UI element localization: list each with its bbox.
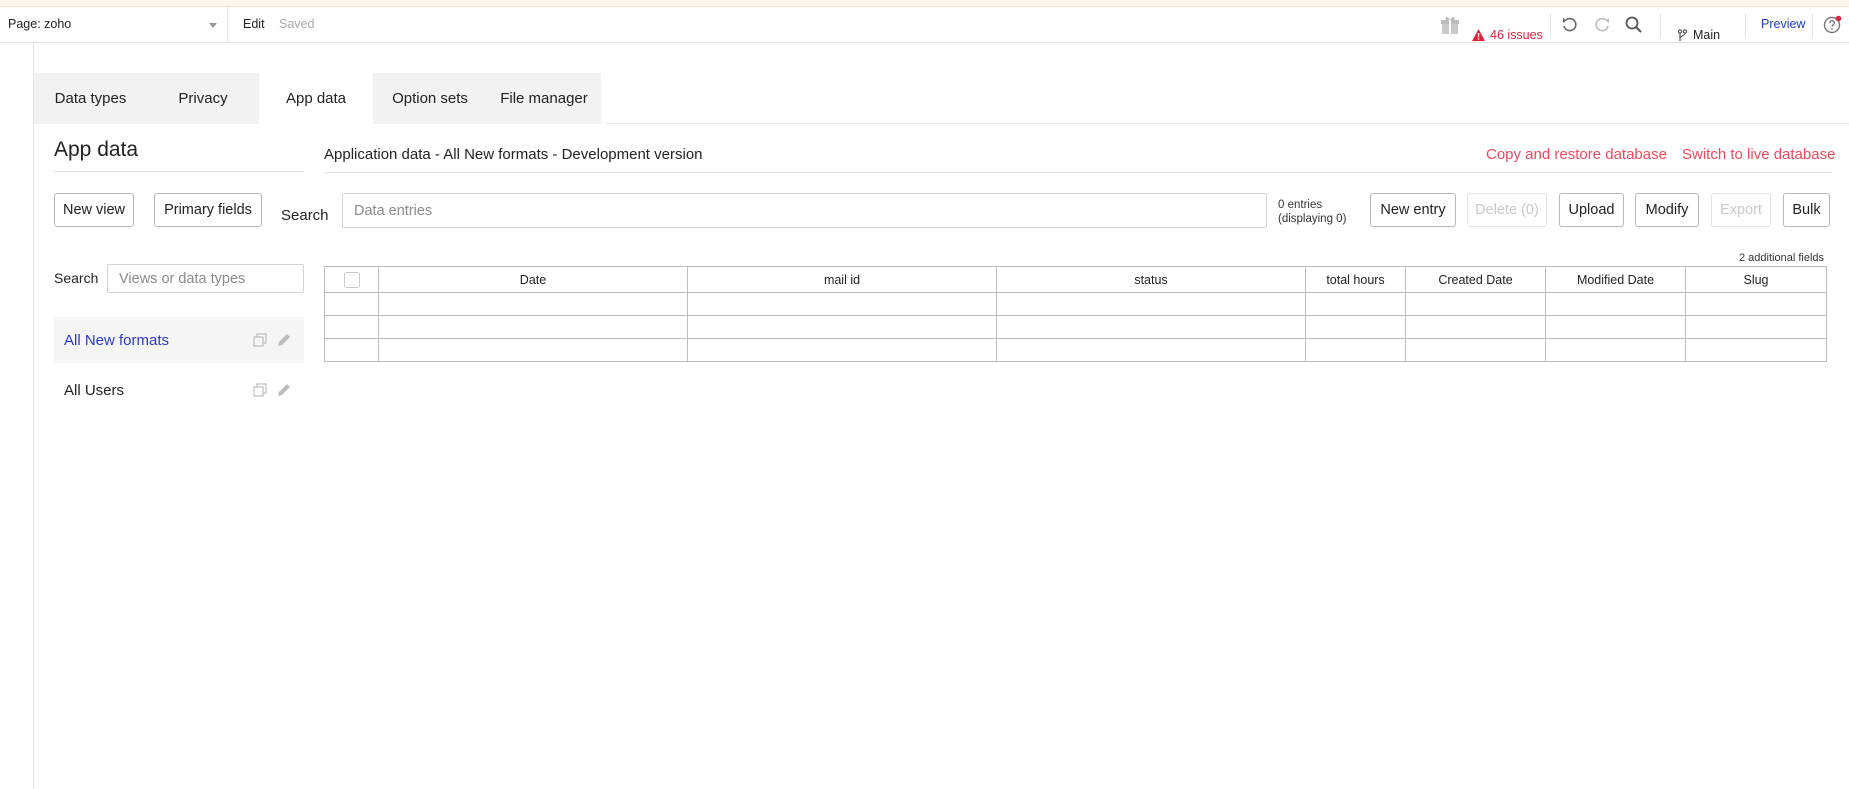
new-entry-button[interactable]: New entry [1370, 193, 1456, 227]
edit-pencil-icon[interactable] [276, 382, 292, 398]
tab-file-manager[interactable]: File manager [487, 73, 601, 124]
additional-fields-link[interactable]: 2 additional fields [1739, 252, 1824, 264]
branch-icon [1677, 28, 1688, 41]
help-icon[interactable] [1822, 15, 1842, 35]
table-cell [1305, 338, 1406, 362]
entries-count-displaying: (displaying 0) [1278, 213, 1347, 225]
modify-button[interactable]: Modify [1635, 193, 1699, 227]
tab-option-sets[interactable]: Option sets [373, 73, 487, 124]
view-item-label: All New formats [64, 331, 170, 349]
divider [1745, 13, 1746, 37]
table-cell [1685, 292, 1827, 316]
table-cell [1405, 315, 1546, 339]
top-bar: Page: zoho Edit Saved 46 issues Main Pre… [0, 7, 1849, 43]
branch-label: Main [1693, 28, 1721, 42]
tab-divider [606, 123, 1849, 124]
select-all-checkbox[interactable] [343, 271, 360, 288]
table-cell [996, 315, 1306, 339]
preview-link[interactable]: Preview [1761, 17, 1805, 53]
copy-restore-database-link[interactable]: Copy and restore database [1486, 146, 1667, 163]
column-header-modified-date[interactable]: Modified Date [1545, 266, 1686, 293]
table-row [324, 292, 1827, 316]
table-cell [1405, 292, 1546, 316]
view-item-all-new-formats[interactable]: All New formats [54, 317, 304, 363]
table-cell [996, 292, 1306, 316]
column-header-status[interactable]: status [996, 266, 1306, 293]
entries-search-input[interactable] [342, 193, 1267, 228]
page-title: App data [54, 138, 139, 161]
redo-icon[interactable] [1592, 15, 1612, 35]
issues-label: 46 issues [1490, 28, 1543, 42]
gift-icon[interactable] [1439, 14, 1461, 36]
entries-count-total: 0 entries [1278, 199, 1323, 211]
table-cell [1545, 315, 1686, 339]
edit-pencil-icon[interactable] [276, 332, 292, 348]
copy-icon[interactable] [252, 382, 268, 398]
tab-data-types[interactable]: Data types [34, 73, 147, 124]
table-cell [378, 292, 688, 316]
chevron-down-icon [209, 23, 217, 28]
table-cell [1405, 338, 1546, 362]
entries-search-label: Search [281, 207, 329, 224]
copy-icon[interactable] [252, 332, 268, 348]
table-cell [324, 338, 379, 362]
saved-status: Saved [279, 17, 315, 31]
new-view-button[interactable]: New view [54, 193, 134, 227]
switch-live-database-link[interactable]: Switch to live database [1682, 146, 1835, 163]
column-header-date[interactable]: Date [378, 266, 688, 293]
table-cell [324, 292, 379, 316]
editor-left-border [33, 43, 34, 789]
data-table: Date mail id status total hours Created … [324, 266, 1827, 362]
entries-count: 0 entries (displaying 0) [1278, 198, 1346, 226]
data-view-title: Application data - All New formats - Dev… [324, 146, 703, 163]
table-cell [1685, 315, 1827, 339]
tab-privacy[interactable]: Privacy [147, 73, 259, 124]
table-cell [378, 338, 688, 362]
page-selector[interactable]: Page: zoho [0, 7, 228, 43]
table-row [324, 315, 1827, 339]
divider [324, 172, 1832, 173]
views-search-label: Search [54, 270, 99, 286]
table-header-row: Date mail id status total hours Created … [324, 266, 1827, 293]
divider [54, 171, 304, 172]
branch-selector[interactable]: Main [1677, 17, 1720, 53]
table-cell [687, 315, 997, 339]
table-cell [378, 315, 688, 339]
divider [1812, 13, 1813, 37]
column-header-created-date[interactable]: Created Date [1405, 266, 1546, 293]
views-search-input[interactable] [107, 264, 304, 293]
issues-indicator[interactable]: 46 issues [1472, 17, 1543, 53]
column-header-total-hours[interactable]: total hours [1305, 266, 1406, 293]
undo-icon[interactable] [1560, 15, 1580, 35]
edit-menu[interactable]: Edit [243, 17, 265, 31]
bulk-button[interactable]: Bulk [1783, 193, 1830, 227]
data-tabs: Data types Privacy App data Option sets … [34, 73, 601, 124]
search-icon[interactable] [1624, 15, 1644, 35]
upload-button[interactable]: Upload [1559, 193, 1624, 227]
table-cell [1685, 338, 1827, 362]
page-selector-label: Page: zoho [8, 17, 72, 31]
view-item-all-users[interactable]: All Users [54, 367, 304, 413]
table-cell [687, 338, 997, 362]
divider [1660, 13, 1661, 37]
divider [1550, 13, 1551, 37]
column-header-slug[interactable]: Slug [1685, 266, 1827, 293]
column-header-mail-id[interactable]: mail id [687, 266, 997, 293]
table-row [324, 338, 1827, 362]
tab-app-data[interactable]: App data [259, 73, 373, 124]
table-cell [1305, 292, 1406, 316]
table-cell [324, 315, 379, 339]
select-all-cell[interactable] [324, 266, 379, 293]
table-cell [1545, 292, 1686, 316]
primary-fields-button[interactable]: Primary fields [154, 193, 262, 227]
delete-button[interactable]: Delete (0) [1467, 193, 1547, 227]
table-cell [687, 292, 997, 316]
export-button[interactable]: Export [1711, 193, 1771, 227]
view-item-label: All Users [64, 381, 125, 399]
table-cell [1545, 338, 1686, 362]
table-cell [996, 338, 1306, 362]
top-strip [0, 0, 1849, 7]
warning-icon [1472, 29, 1485, 41]
table-cell [1305, 315, 1406, 339]
